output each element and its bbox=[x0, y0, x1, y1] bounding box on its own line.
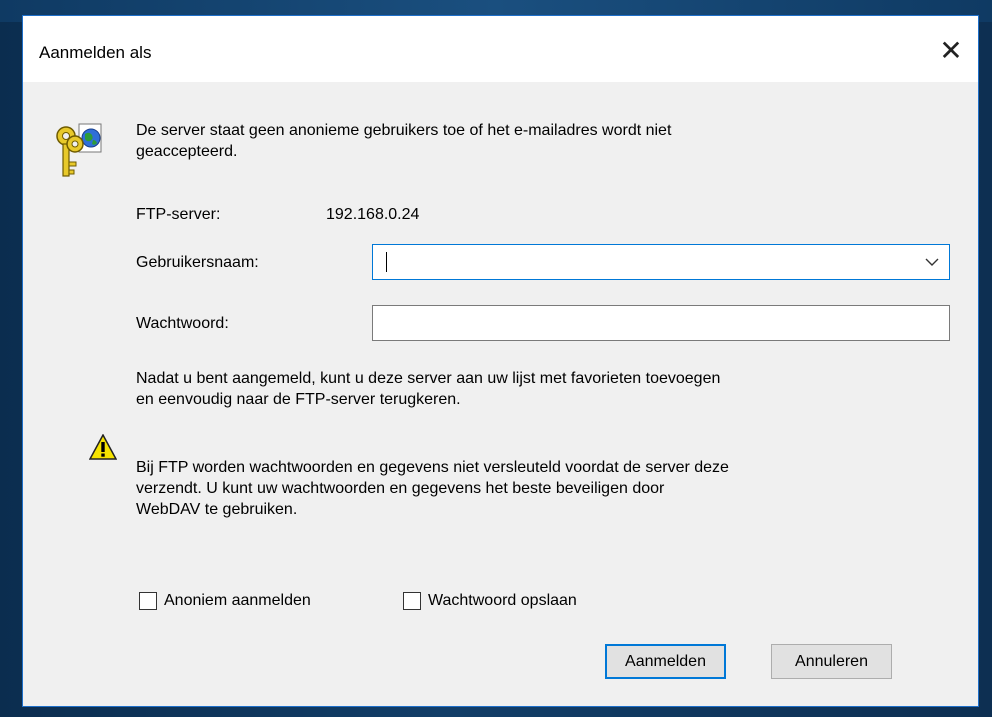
chevron-down-icon[interactable] bbox=[925, 258, 939, 267]
message-line-2: geaccepteerd. bbox=[136, 143, 238, 160]
username-label: Gebruikersnaam: bbox=[136, 254, 259, 271]
text-cursor bbox=[386, 252, 387, 272]
close-button[interactable]: ✕ bbox=[931, 34, 971, 70]
keys-globe-icon bbox=[56, 123, 102, 177]
anonymous-login-checkbox[interactable] bbox=[139, 592, 157, 610]
dialog-titlebar: Aanmelden als ✕ bbox=[23, 16, 978, 82]
save-password-checkbox[interactable] bbox=[403, 592, 421, 610]
login-button[interactable]: Aanmelden bbox=[605, 644, 726, 679]
save-password-option[interactable]: Wachtwoord opslaan bbox=[403, 592, 577, 610]
anonymous-login-label[interactable]: Anoniem aanmelden bbox=[164, 592, 311, 610]
username-combobox[interactable] bbox=[372, 244, 950, 280]
login-dialog: Aanmelden als ✕ De server staat geen ano… bbox=[22, 15, 979, 707]
warning-line-2: verzendt. U kunt uw wachtwoorden en gege… bbox=[136, 480, 665, 497]
dialog-content: De server staat geen anonieme gebruikers… bbox=[23, 82, 978, 706]
ftp-server-label: FTP-server: bbox=[136, 206, 221, 223]
info-line-1: Nadat u bent aangemeld, kunt u deze serv… bbox=[136, 370, 721, 387]
ftp-server-value: 192.168.0.24 bbox=[326, 206, 420, 223]
message-line-1: De server staat geen anonieme gebruikers… bbox=[136, 122, 672, 139]
dialog-title: Aanmelden als bbox=[39, 43, 152, 62]
password-field[interactable] bbox=[372, 305, 950, 341]
warning-line-1: Bij FTP worden wachtwoorden en gegevens … bbox=[136, 459, 729, 476]
close-icon: ✕ bbox=[939, 34, 963, 67]
info-line-2: en eenvoudig naar de FTP-server terugker… bbox=[136, 391, 461, 408]
save-password-label[interactable]: Wachtwoord opslaan bbox=[428, 592, 577, 610]
warning-icon bbox=[89, 434, 117, 460]
anonymous-login-option[interactable]: Anoniem aanmelden bbox=[139, 592, 311, 610]
cancel-button[interactable]: Annuleren bbox=[771, 644, 892, 679]
warning-line-3: WebDAV te gebruiken. bbox=[136, 501, 298, 518]
password-label: Wachtwoord: bbox=[136, 315, 229, 332]
login-button-label: Aanmelden bbox=[625, 652, 706, 670]
cancel-button-label: Annuleren bbox=[795, 652, 868, 670]
